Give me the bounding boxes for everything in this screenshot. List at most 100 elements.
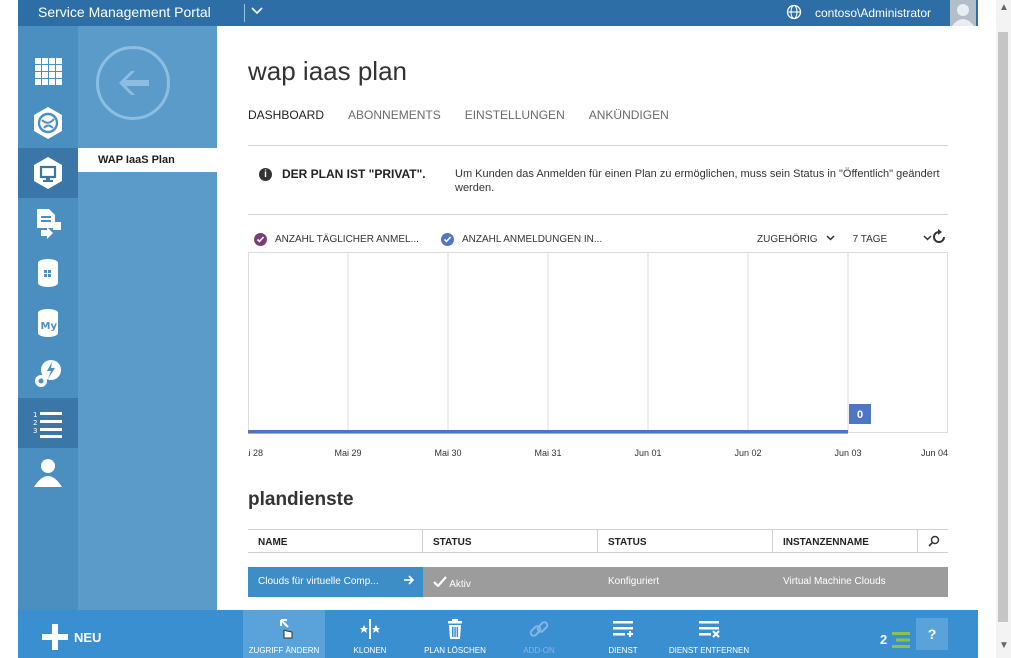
help-button[interactable]: ? — [916, 618, 948, 650]
row-config-status: Konfiguriert — [598, 567, 773, 597]
chart-x-tick-label: Jun 03 — [834, 448, 861, 458]
grid-icon — [35, 58, 62, 85]
back-button[interactable] — [96, 46, 170, 120]
add-service-label: DIENST — [608, 646, 638, 655]
nav-sql-databases[interactable] — [18, 248, 78, 298]
col-header-status[interactable]: STATUS — [423, 530, 598, 552]
col-header-status-2[interactable]: STATUS — [598, 530, 773, 552]
plus-icon — [42, 624, 68, 650]
tab-settings[interactable]: EINSTELLUNGEN — [465, 108, 565, 122]
notice-heading: DER PLAN IST "PRIVAT". — [282, 167, 426, 181]
chart-controls: ZUGEHÖRIG 7 TAGE — [757, 231, 946, 247]
timespan-dropdown-value: 7 TAGE — [852, 233, 888, 245]
nav-plans[interactable]: 1 2 3 — [18, 398, 78, 448]
user-icon — [34, 459, 62, 487]
table-row[interactable]: Clouds für virtuelle Comp... Aktiv Konfi… — [248, 567, 948, 597]
subnav-item-plan[interactable]: WAP IaaS Plan — [78, 148, 217, 172]
user-name[interactable]: contoso\Administrator — [815, 6, 931, 20]
row-status-cell: Aktiv — [423, 567, 598, 597]
search-icon — [928, 535, 940, 547]
table-search[interactable] — [918, 530, 948, 552]
nav-automation[interactable] — [18, 348, 78, 398]
add-on-button[interactable]: ADD-ON — [508, 610, 570, 658]
remove-service-label: DIENST ENTFERNEN — [668, 646, 750, 655]
avatar[interactable] — [950, 0, 976, 26]
nav-websites[interactable] — [18, 98, 78, 148]
globe-icon[interactable] — [786, 4, 802, 20]
notification-count[interactable]: 2 — [880, 632, 887, 647]
document-import-icon — [37, 209, 61, 239]
checkmark-icon — [433, 576, 449, 590]
row-instance-name: Virtual Machine Clouds — [773, 567, 948, 597]
chart-data-label: 0 — [857, 409, 863, 421]
top-bar: Service Management Portal contoso\Admini… — [18, 0, 978, 26]
mysql-database-icon: My — [38, 309, 58, 337]
nav-import[interactable] — [18, 198, 78, 248]
series2-check-icon[interactable] — [440, 232, 454, 246]
add-service-icon — [613, 621, 633, 637]
nav-virtual-machines[interactable] — [18, 148, 78, 198]
website-globe-icon — [34, 107, 62, 139]
col-header-instance-name[interactable]: INSTANZENNAME — [773, 530, 918, 552]
change-access-button[interactable]: ZUGRIFF ÄNDERN — [243, 610, 325, 658]
notice-text: Um Kunden das Anmelden für einen Plan zu… — [455, 168, 940, 194]
col-header-name[interactable]: NAME — [248, 530, 423, 552]
delete-plan-button[interactable]: PLAN LÖSCHEN — [418, 610, 492, 658]
chevron-down-icon — [826, 233, 835, 245]
delete-plan-label: PLAN LÖSCHEN — [424, 646, 486, 655]
row-name[interactable]: Clouds für virtuelle Comp... — [258, 576, 379, 587]
timespan-dropdown[interactable]: 7 TAGE — [853, 233, 933, 245]
relation-dropdown[interactable]: ZUGEHÖRIG — [757, 233, 835, 245]
tab-subscriptions[interactable]: ABONNEMENTS — [348, 108, 441, 122]
tab-announce[interactable]: ANKÜNDIGEN — [589, 108, 669, 122]
refresh-icon[interactable] — [930, 228, 948, 246]
nav-all-items[interactable] — [18, 46, 78, 96]
scroll-down-icon[interactable]: ▼ — [999, 640, 1009, 651]
scrollbar-thumb[interactable] — [998, 32, 1008, 622]
numbered-list-icon: 1 2 3 — [33, 411, 62, 438]
add-service-button[interactable]: DIENST — [592, 610, 654, 658]
section-title: plandienste — [248, 489, 354, 510]
chart-x-tick-label: Jun 01 — [634, 448, 661, 458]
legend-series1[interactable]: ANZAHL TÄGLICHER ANMEL... — [275, 234, 419, 245]
row-status: Aktiv — [449, 579, 471, 590]
chart-x-tick-label: Mai 31 — [534, 448, 561, 458]
clone-button[interactable]: KLONEN — [336, 610, 404, 658]
svg-text:3: 3 — [33, 427, 37, 435]
relation-dropdown-value: ZUGEHÖRIG — [757, 233, 818, 245]
svg-text:My: My — [41, 321, 58, 332]
series1-check-icon[interactable] — [254, 232, 267, 246]
svg-text:1: 1 — [33, 411, 37, 419]
divider — [248, 214, 948, 215]
info-icon: i — [259, 168, 272, 181]
portal-title[interactable]: Service Management Portal — [38, 4, 211, 20]
add-on-label: ADD-ON — [523, 646, 555, 655]
chart-x-tick-label: Jun 04 — [921, 448, 948, 458]
chart-x-tick-label: Mai 29 — [334, 448, 361, 458]
clone-label: KLONEN — [353, 646, 387, 655]
automation-gear-icon — [35, 360, 61, 387]
chart-x-tick-label: Mai 28 — [248, 448, 263, 458]
legend-series2[interactable]: ANZAHL ANMELDUNGEN IN... — [462, 234, 602, 245]
nav-mysql-databases[interactable]: My — [18, 298, 78, 348]
clone-icon — [360, 619, 380, 639]
link-icon — [529, 621, 549, 637]
trash-icon — [448, 619, 462, 639]
tab-dashboard[interactable]: DASHBOARD — [248, 108, 324, 122]
divider — [248, 145, 948, 146]
remove-service-button[interactable]: DIENST ENTFERNEN — [666, 610, 752, 658]
signups-chart: 0 Mai 28 Mai 29 Mai 30 Mai 31 Jun 01 Jun 02 Jun… — [248, 252, 948, 458]
page-title: wap iaas plan — [248, 56, 407, 86]
tab-bar: DASHBOARD ABONNEMENTS EINSTELLUNGEN ANKÜ… — [248, 108, 669, 122]
chart-x-tick-label: Mai 30 — [434, 448, 461, 458]
arrow-left-icon — [119, 71, 149, 95]
arrow-right-icon[interactable] — [403, 574, 415, 589]
new-button-label: NEU — [74, 629, 102, 645]
notifications-icon[interactable] — [892, 630, 910, 650]
change-access-icon — [280, 619, 293, 639]
new-button[interactable]: NEU — [42, 624, 101, 650]
nav-user-accounts[interactable] — [18, 448, 78, 498]
row-name-cell[interactable]: Clouds für virtuelle Comp... — [248, 567, 423, 597]
chevron-down-icon[interactable] — [250, 3, 264, 20]
scroll-up-icon[interactable]: ▲ — [999, 2, 1009, 13]
